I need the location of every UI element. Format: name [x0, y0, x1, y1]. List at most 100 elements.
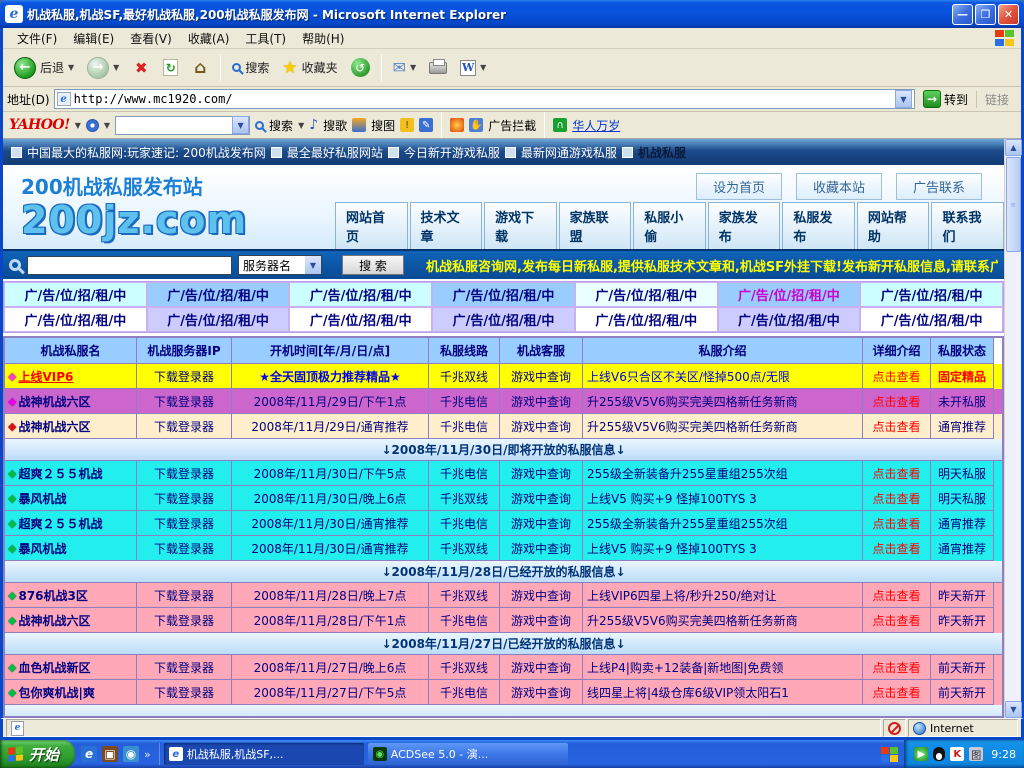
yahoo-input-dropdown-icon[interactable]: ▼	[232, 116, 249, 134]
menu-item[interactable]: 查看(V)	[122, 28, 180, 49]
task-button-acdsee[interactable]: ◉ ACDSee 5.0 - 演...	[368, 743, 568, 765]
mail-button[interactable]: ✉ ▼	[388, 56, 422, 79]
yahoo-song-label[interactable]: 搜歌	[323, 117, 347, 134]
detail-link[interactable]: 点击查看	[863, 389, 931, 414]
tray-qq-icon[interactable]	[933, 747, 945, 761]
select-dropdown-icon[interactable]: ▼	[305, 256, 321, 274]
start-button[interactable]: 开始	[0, 740, 75, 768]
maximize-button[interactable]: ❐	[975, 4, 996, 25]
menu-item[interactable]: 工具(T)	[237, 28, 294, 49]
server-name-link[interactable]: 暴风机战	[18, 540, 66, 557]
loader-link[interactable]: 下载登录器	[137, 536, 232, 561]
detail-link[interactable]: 点击查看	[863, 680, 931, 705]
tray-input-icon[interactable]: 图	[969, 747, 983, 761]
title-bar[interactable]: e 机战私服,机战SF,最好机战私服,200机战私服发布网 - Microsof…	[0, 0, 1024, 28]
site-search-input[interactable]	[27, 256, 232, 275]
print-button[interactable]	[424, 60, 452, 76]
pencil-icon[interactable]: ✎	[419, 118, 433, 132]
detail-link[interactable]: 点击查看	[863, 486, 931, 511]
word-dropdown-icon[interactable]: ▼	[480, 63, 486, 72]
nav-tab[interactable]: 网站首页	[335, 202, 408, 249]
tray-kav-icon[interactable]: K	[950, 747, 964, 761]
ad-slot[interactable]: 广/告/位/招/租/中	[860, 307, 1003, 332]
address-dropdown-icon[interactable]: ▼	[895, 90, 912, 108]
topbar-link[interactable]: 最全最好私服网站	[287, 144, 383, 161]
header-button[interactable]: 设为首页	[696, 173, 782, 200]
ad-slot[interactable]: 广/告/位/招/租/中	[860, 282, 1003, 307]
menu-item[interactable]: 帮助(H)	[294, 28, 352, 49]
ad-slot[interactable]: 广/告/位/招/租/中	[289, 282, 432, 307]
search-type-select[interactable]: 服务器名 ▼	[238, 255, 322, 275]
site-search-button[interactable]: 搜 索	[342, 255, 404, 275]
scroll-up-icon[interactable]: ▲	[1005, 139, 1022, 156]
ad-slot[interactable]: 广/告/位/招/租/中	[289, 307, 432, 332]
yahoo-logo[interactable]: YAHOO!	[9, 117, 70, 133]
search-button[interactable]: 搜索	[227, 57, 274, 78]
ad-slot[interactable]: 广/告/位/招/租/中	[147, 307, 290, 332]
loader-link[interactable]: 下载登录器	[137, 608, 232, 633]
vertical-scrollbar[interactable]: ▲ ≡ ▼	[1004, 139, 1021, 718]
loader-link[interactable]: 下载登录器	[137, 511, 232, 536]
yahoo-search-input[interactable]: ▼	[115, 116, 250, 135]
topbar-link[interactable]: 今日新开游戏私服	[404, 144, 500, 161]
yahoo-promo-link[interactable]: 华人万岁	[572, 117, 620, 134]
menu-item[interactable]: 编辑(E)	[65, 28, 122, 49]
fire-icon[interactable]	[450, 118, 464, 132]
site-logo[interactable]: 200jz.com	[21, 200, 333, 240]
detail-link[interactable]: 点击查看	[863, 583, 931, 608]
detail-link[interactable]: 点击查看	[863, 511, 931, 536]
yahoo-dropdown-icon[interactable]: ▼	[75, 121, 81, 130]
adblock-label[interactable]: 广告拦截	[488, 117, 536, 134]
nav-tab[interactable]: 私服发布	[782, 202, 855, 249]
mail-dropdown-icon[interactable]: ▼	[410, 63, 416, 72]
yahoo-flower-dropdown-icon[interactable]: ▼	[104, 121, 110, 130]
server-name-link[interactable]: 超爽２５５机战	[18, 515, 102, 532]
ad-slot[interactable]: 广/告/位/招/租/中	[4, 282, 147, 307]
yahoo-search-dropdown-icon[interactable]: ▼	[298, 121, 304, 130]
ad-slot[interactable]: 广/告/位/招/租/中	[4, 307, 147, 332]
yahoo-image-label[interactable]: 搜图	[371, 117, 395, 134]
scroll-track[interactable]	[1005, 253, 1021, 701]
nav-tab[interactable]: 家族联盟	[559, 202, 632, 249]
edit-word-button[interactable]: W ▼	[455, 58, 491, 78]
go-button[interactable]: → 转到	[919, 90, 972, 108]
topbar-link[interactable]: 机战私服	[638, 144, 686, 161]
favorites-button[interactable]: ★ 收藏夹	[277, 56, 342, 80]
ad-slot[interactable]: 广/告/位/招/租/中	[718, 282, 861, 307]
quicklaunch-chevron-icon[interactable]: »	[144, 748, 151, 761]
loader-link[interactable]: 下载登录器	[137, 655, 232, 680]
alert-icon[interactable]: !	[400, 118, 414, 132]
ad-slot[interactable]: 广/告/位/招/租/中	[575, 307, 718, 332]
yahoo-flower-icon[interactable]	[86, 119, 99, 132]
server-name-link[interactable]: 血色机战新区	[18, 659, 90, 676]
detail-link[interactable]: 点击查看	[863, 608, 931, 633]
loader-link[interactable]: 下载登录器	[137, 583, 232, 608]
tray-play-icon[interactable]: ▶	[914, 747, 928, 761]
stop-button[interactable]: ✖	[127, 57, 155, 79]
loader-link[interactable]: 下载登录器	[137, 680, 232, 705]
server-name-link[interactable]: 超爽２５５机战	[18, 465, 102, 482]
loader-link[interactable]: 下载登录器	[137, 389, 232, 414]
server-name-link[interactable]: 暴风机战	[18, 490, 66, 507]
loader-link[interactable]: 下载登录器	[137, 414, 232, 439]
nav-tab[interactable]: 网站帮助	[857, 202, 930, 249]
forward-button[interactable]: → ▼	[82, 55, 124, 81]
quicklaunch-desktop-icon[interactable]: ▣	[102, 746, 118, 762]
taskbar-flag-icon[interactable]	[881, 747, 898, 762]
detail-link[interactable]: 点击查看	[863, 461, 931, 486]
ad-slot[interactable]: 广/告/位/招/租/中	[147, 282, 290, 307]
ad-slot[interactable]: 广/告/位/招/租/中	[432, 307, 575, 332]
loader-link[interactable]: 下载登录器	[137, 461, 232, 486]
loader-link[interactable]: 下载登录器	[137, 486, 232, 511]
links-label[interactable]: 链接	[976, 91, 1017, 108]
nav-tab[interactable]: 私服小偷	[633, 202, 706, 249]
home-button[interactable]: ⌂	[186, 57, 214, 79]
server-name-link[interactable]: 战神机战六区	[18, 418, 90, 435]
yahoo-search-label[interactable]: 搜索	[269, 117, 293, 134]
nav-tab[interactable]: 家族发布	[708, 202, 781, 249]
nav-tab[interactable]: 技术文章	[410, 202, 483, 249]
nav-tab[interactable]: 联系我们	[931, 202, 1004, 249]
ad-slot[interactable]: 广/告/位/招/租/中	[575, 282, 718, 307]
menu-item[interactable]: 文件(F)	[9, 28, 65, 49]
detail-link[interactable]: 点击查看	[863, 536, 931, 561]
